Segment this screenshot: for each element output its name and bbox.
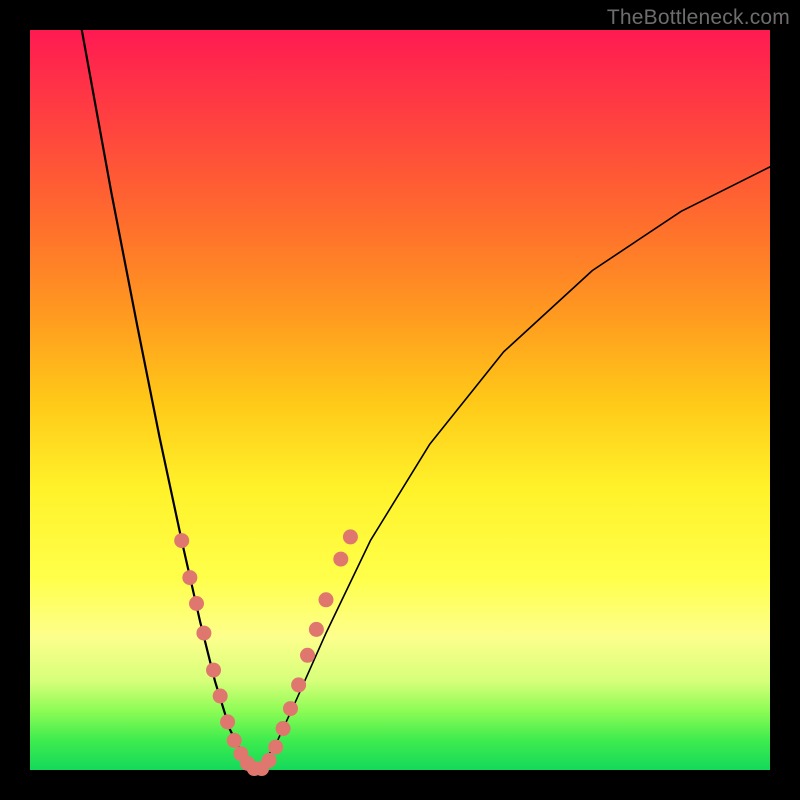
data-bead [268,740,283,755]
curve-left-branch [82,30,256,770]
plot-svg [30,30,770,770]
data-bead [283,701,298,716]
data-bead [319,592,334,607]
data-bead [262,753,277,768]
data-bead [220,714,235,729]
data-bead [174,533,189,548]
data-bead [189,596,204,611]
data-bead [333,552,348,567]
data-bead [300,648,315,663]
data-bead [206,663,221,678]
data-bead [309,622,324,637]
chart-container: TheBottleneck.com [0,0,800,800]
data-bead [343,529,358,544]
data-bead [276,721,291,736]
data-bead [182,570,197,585]
data-bead [213,689,228,704]
plot-area [30,30,770,770]
watermark-text: TheBottleneck.com [607,6,790,30]
data-bead [291,677,306,692]
curve-right-branch [256,167,770,770]
data-bead [227,733,242,748]
data-bead [196,626,211,641]
